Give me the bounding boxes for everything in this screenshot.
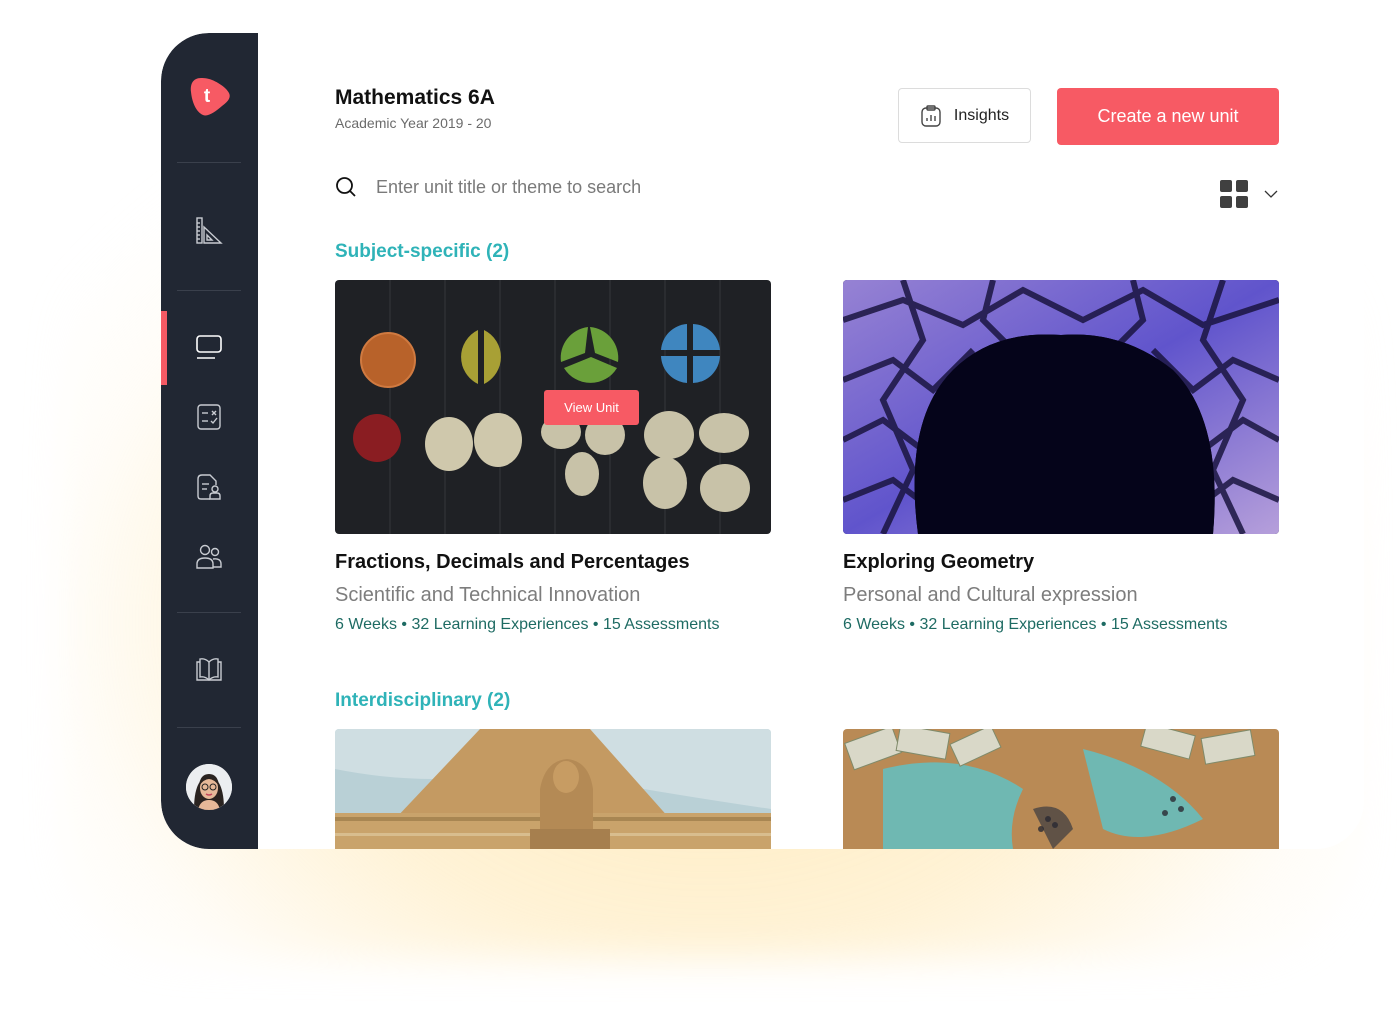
unit-card-image xyxy=(843,280,1279,534)
sidebar: t xyxy=(161,33,258,849)
unit-card-image xyxy=(843,729,1279,849)
create-unit-button[interactable]: Create a new unit xyxy=(1057,88,1279,145)
active-indicator xyxy=(161,311,167,385)
logo-letter: t xyxy=(203,86,211,107)
unit-theme: Personal and Cultural expression xyxy=(843,584,1138,606)
pyramid-sphinx-image xyxy=(335,729,771,849)
unit-card-image xyxy=(335,729,771,849)
page-title: Mathematics 6A xyxy=(335,86,495,109)
sidebar-item-people[interactable] xyxy=(194,541,224,571)
sidebar-item-library[interactable] xyxy=(194,654,224,684)
chevron-down-icon xyxy=(1264,190,1278,198)
sidebar-divider xyxy=(177,612,241,613)
monitor-icon xyxy=(196,335,222,359)
grid-view-icon xyxy=(1220,180,1248,208)
sidebar-divider xyxy=(177,727,241,728)
view-mode-toggle[interactable] xyxy=(1220,180,1278,208)
app-logo[interactable]: t xyxy=(189,76,231,118)
insights-button[interactable]: Insights xyxy=(898,88,1031,143)
section-heading-subject-specific: Subject-specific (2) xyxy=(335,241,510,262)
unit-card[interactable] xyxy=(335,729,771,849)
app-window: t Mathematics 6A Academic Year 2019 - 20… xyxy=(161,33,1364,849)
sidebar-divider xyxy=(177,162,241,163)
sidebar-item-curriculum[interactable] xyxy=(194,216,224,246)
users-icon xyxy=(196,544,222,569)
search-icon xyxy=(336,177,356,197)
unit-card-image: View Unit xyxy=(335,280,771,534)
page-subtitle: Academic Year 2019 - 20 xyxy=(335,115,492,131)
unit-title: Fractions, Decimals and Percentages xyxy=(335,551,690,573)
sidebar-divider xyxy=(177,290,241,291)
checklist-icon xyxy=(197,404,221,430)
unit-meta: 6 Weeks • 32 Learning Experiences • 15 A… xyxy=(843,616,1228,633)
world-map-money-image xyxy=(843,729,1279,849)
avatar-photo-icon xyxy=(186,764,232,810)
document-user-icon xyxy=(197,474,221,500)
sidebar-item-units[interactable] xyxy=(194,332,224,362)
sidebar-item-assessments[interactable] xyxy=(194,402,224,432)
insights-label: Insights xyxy=(953,106,1010,124)
unit-meta: 6 Weeks • 32 Learning Experiences • 15 A… xyxy=(335,616,720,633)
sidebar-item-students-records[interactable] xyxy=(194,472,224,502)
geometry-arch-image xyxy=(843,280,1279,534)
clipboard-chart-icon xyxy=(921,104,941,127)
main-content: Mathematics 6A Academic Year 2019 - 20 I… xyxy=(258,33,1364,849)
unit-card[interactable]: Exploring Geometry Personal and Cultural… xyxy=(843,280,1279,634)
unit-card[interactable] xyxy=(843,729,1279,849)
ruler-triangle-icon xyxy=(196,217,223,244)
open-book-icon xyxy=(196,658,222,681)
search-bar xyxy=(335,172,935,202)
user-avatar[interactable] xyxy=(186,764,232,810)
unit-card[interactable]: View Unit Fractions, Decimals and Percen… xyxy=(335,280,771,634)
section-heading-interdisciplinary: Interdisciplinary (2) xyxy=(335,690,511,711)
search-input[interactable] xyxy=(374,175,898,199)
unit-theme: Scientific and Technical Innovation xyxy=(335,584,641,606)
view-unit-button[interactable]: View Unit xyxy=(544,390,639,425)
unit-title: Exploring Geometry xyxy=(843,551,1035,573)
